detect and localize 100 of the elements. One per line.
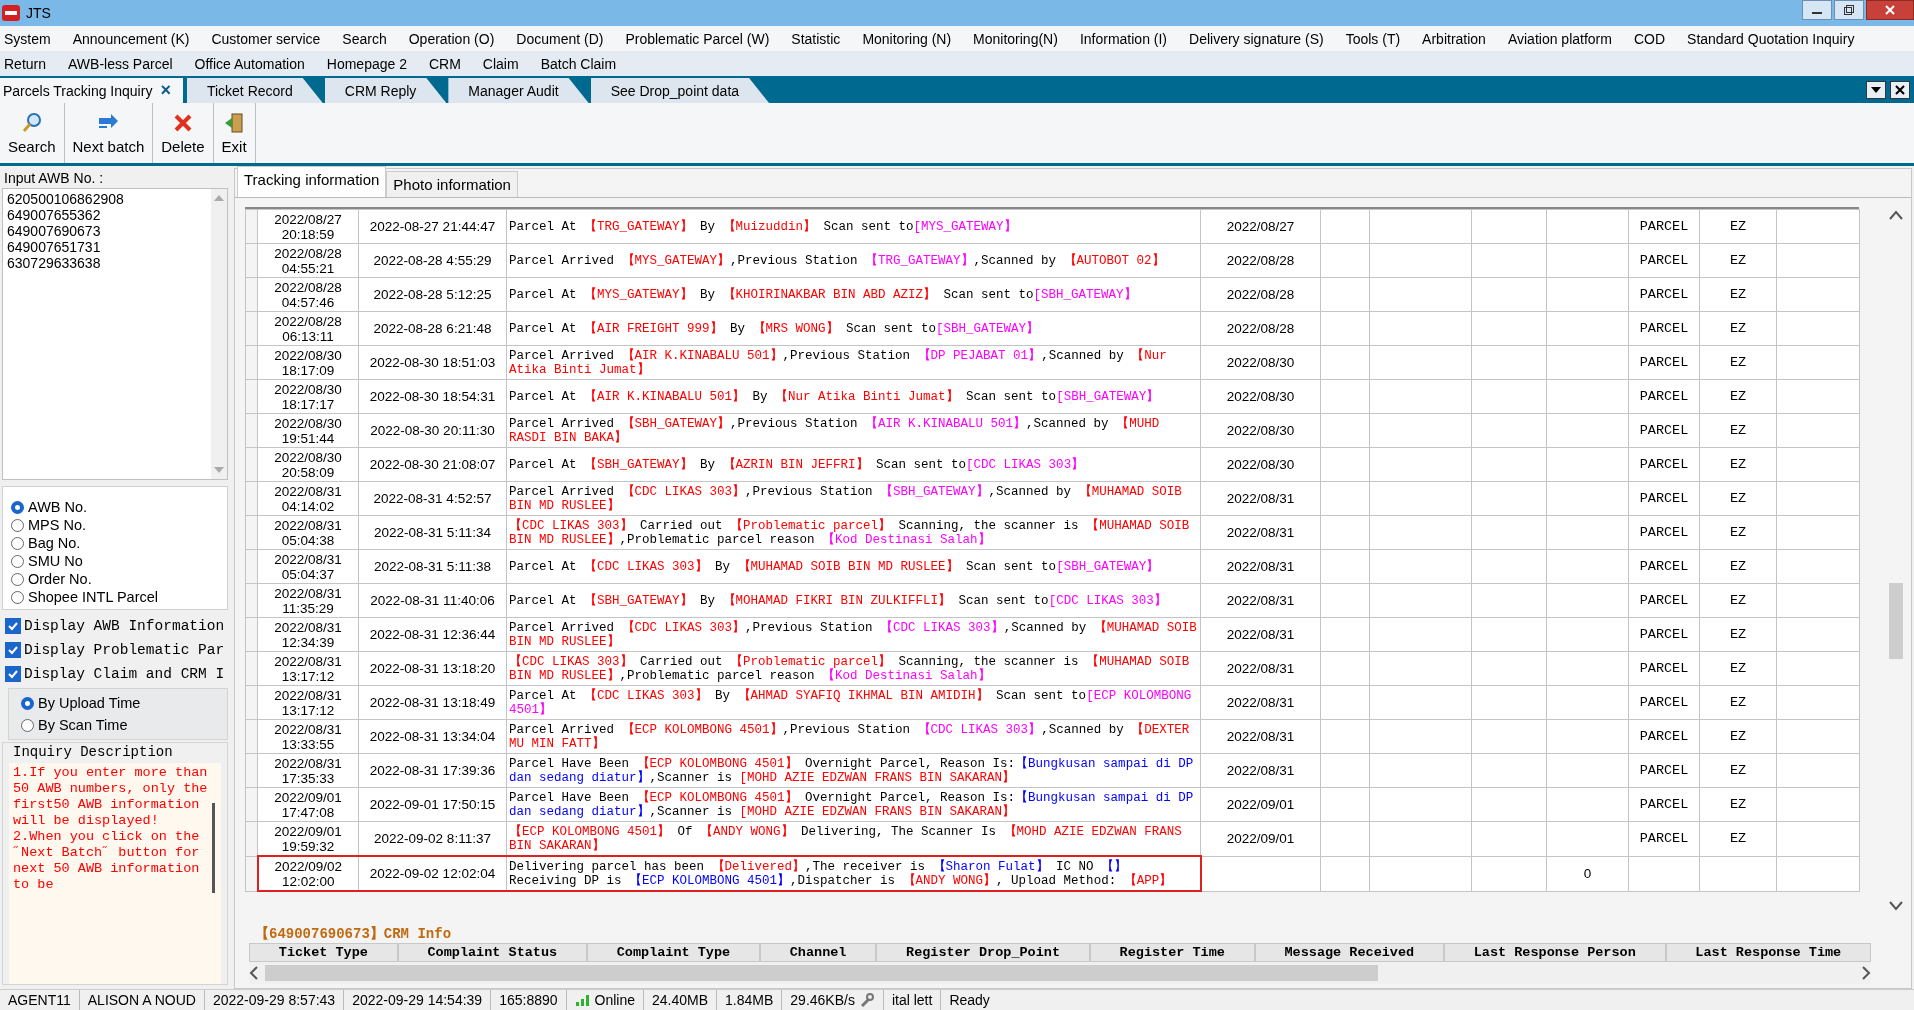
menu-item[interactable]: Claim [482, 55, 519, 72]
menu-item[interactable]: Search [342, 30, 387, 47]
awb-input-field[interactable]: 620500106862908 649007655362 649007690673 649007651731 630729633638 [2, 188, 228, 480]
description-cell: Parcel At 【MYS_GATEWAY】 By 【KHOIRINAKBAR BIN ABD AZIZ】 Scan sent to[SBH_GATEWAY】 [506, 277, 1201, 312]
close-all-button[interactable] [1890, 80, 1910, 99]
column-header[interactable]: Last Response Person [1443, 943, 1666, 962]
document-tab[interactable]: Manager Audit [448, 78, 589, 103]
search-type-radio[interactable]: Order No. [11, 571, 219, 587]
dropdown-button[interactable] [1866, 80, 1886, 99]
document-tab[interactable]: Ticket Record [186, 78, 323, 103]
scrollbar[interactable] [211, 189, 227, 479]
menu-item[interactable]: Batch Claim [540, 55, 617, 72]
next-batch-button[interactable]: Next batch [64, 103, 154, 163]
upload-time-cell: 2022-08-28 4:55:29 [358, 243, 507, 278]
description-cell: Parcel At 【TRG_GATEWAY】 By 【Muizuddin】 Scan sent to[MYS_GATEWAY】 [506, 209, 1201, 244]
column-header[interactable]: Last Response Time [1665, 943, 1871, 962]
column-header[interactable]: Register Time [1089, 943, 1255, 962]
menu-item[interactable]: Return [4, 55, 47, 72]
signal-icon [574, 994, 591, 1006]
menu-item[interactable]: Document (D) [516, 30, 604, 47]
date-cell: 2022/08/31 [1226, 729, 1295, 744]
date-cell: 2022/08/30 [1226, 355, 1295, 370]
column-header[interactable]: Message Received [1254, 943, 1444, 962]
menu-item[interactable]: Aviation platform [1507, 30, 1612, 47]
menu-item[interactable]: Monitoring(N) [973, 30, 1058, 47]
sort-radio[interactable]: By Upload Time [21, 695, 215, 711]
display-option-checkbox[interactable]: Display Claim and CRM I [5, 666, 228, 682]
column-header[interactable]: Complaint Status [397, 943, 587, 962]
column-header[interactable]: Register Drop_Point [876, 943, 1090, 962]
document-tab[interactable]: CRM Reply [324, 78, 447, 103]
code-cell: EZ [1729, 525, 1747, 540]
search-button[interactable]: Search [0, 103, 65, 163]
menu-item[interactable]: Standard Quotation Inquiry [1687, 30, 1855, 47]
status-text: Ready [949, 992, 990, 1008]
column-header[interactable]: Ticket Type [249, 943, 398, 962]
menu-item[interactable]: CRM [428, 55, 461, 72]
menu-item[interactable]: Problematic Parcel (W) [625, 30, 770, 47]
info-tab[interactable]: Tracking information [237, 166, 387, 197]
upload-time-cell: 2022-08-31 5:11:38 [358, 549, 507, 584]
close-tab-icon[interactable]: × [160, 80, 171, 101]
upload-time-cell: 2022-08-30 21:08:07 [358, 447, 507, 482]
minimize-button[interactable] [1802, 0, 1832, 20]
description-cell: Parcel At 【AIR FREIGHT 999】 By 【MRS WONG】 Scan sent to[SBH_GATEWAY】 [506, 311, 1201, 346]
date-cell: 2022/08/31 [1226, 695, 1295, 710]
upload-time-cell: 2022-08-30 20:11:30 [358, 413, 507, 448]
search-type-radio[interactable]: Bag No. [11, 535, 219, 551]
upload-time-cell: 2022-09-02 12:02:04 [358, 856, 507, 891]
menu-item[interactable]: Tools (T) [1345, 30, 1401, 47]
type-cell: PARCEL [1639, 593, 1689, 608]
exit-button[interactable]: Exit [213, 103, 256, 163]
document-tab[interactable]: Parcels Tracking Inquiry × [0, 78, 183, 103]
menu-item[interactable]: Delivery signature (S) [1189, 30, 1324, 47]
code-cell: EZ [1729, 627, 1747, 642]
display-option-checkbox[interactable]: Display Problematic Par [5, 642, 228, 658]
delete-button[interactable]: Delete [153, 103, 214, 163]
menu-item[interactable]: Homepage 2 [326, 55, 407, 72]
menu-item[interactable]: Office Automation [194, 55, 305, 72]
description-cell: Parcel Have Been 【ECP KOLOMBONG 4501】 Overnight Parcel, Reason Is:【Bungkusan sampai di DP dan sedang diatur】,Scanner is [MOHD AZIE EDZWAN FRANS BIN SAKARAN】 [506, 753, 1201, 788]
menu-item[interactable]: Operation (O) [408, 30, 495, 47]
column-header[interactable]: Complaint Type [586, 943, 760, 962]
description-cell: Parcel Arrived 【ECP KOLOMBONG 4501】,Previous Station 【CDC LIKAS 303】,Scanned by 【DEXTER MU MIN FATT】 [506, 719, 1201, 754]
type-cell: PARCEL [1639, 219, 1689, 234]
scrollbar[interactable] [212, 803, 215, 893]
code-cell: EZ [1729, 661, 1747, 676]
menu-item[interactable]: Announcement (K) [72, 30, 190, 47]
search-type-radio[interactable]: MPS No. [11, 517, 219, 533]
menu-item[interactable]: Information (I) [1079, 30, 1168, 47]
scroll-left-icon [249, 966, 259, 980]
search-type-radio[interactable]: Shopee INTL Parcel [11, 589, 219, 605]
description-cell: Parcel Arrived 【CDC LIKAS 303】,Previous Station 【CDC LIKAS 303】,Scanned by 【MUHAMAD SOIB BIN MD RUSLEE】 [506, 617, 1201, 652]
scrollbar-thumb[interactable] [1889, 582, 1903, 659]
description-cell: Delivering parcel has been 【Delivered】,The receiver is 【Sharon Fulat】 IC NO 【】 Receiving DP is 【ECP KOLOMBONG 4501】,Dispatcher is 【ANDY WONG】, Upload Method: 【APP】 [506, 856, 1201, 891]
close-icon [1884, 5, 1896, 15]
display-option-checkbox[interactable]: Display AWB Information [5, 618, 228, 634]
awb-number: 649007651731 [7, 239, 102, 255]
search-type-radio[interactable]: SMU No [11, 553, 219, 569]
info-tab[interactable]: Photo information [386, 171, 518, 197]
type-cell: PARCEL [1639, 423, 1689, 438]
type-cell: PARCEL [1639, 661, 1689, 676]
menu-item[interactable]: Monitoring (N) [862, 30, 952, 47]
sort-radio[interactable]: By Scan Time [21, 717, 215, 733]
menu-item[interactable]: COD [1633, 30, 1666, 47]
menu-item[interactable]: System [4, 30, 51, 47]
scroll-up-icon [1889, 210, 1903, 220]
menu-item[interactable]: Arbitration [1422, 30, 1486, 47]
check-icon [7, 644, 19, 656]
close-button[interactable] [1866, 0, 1914, 20]
restore-icon [1843, 5, 1855, 15]
menu-item[interactable]: Customer service [211, 30, 321, 47]
restore-button[interactable] [1834, 0, 1864, 20]
column-header[interactable]: Channel [759, 943, 877, 962]
document-tab[interactable]: See Drop_point data [590, 78, 770, 103]
inquiry-note: 1.If you enter more than 50 AWB numbers, only the first50 AWB information will be displayed! [13, 765, 208, 829]
scan-time-cell: 2022/09/01 17:47:08 [257, 787, 359, 822]
menu-item[interactable]: Statistic [791, 30, 841, 47]
menu-item[interactable]: AWB-less Parcel [68, 55, 173, 72]
search-type-radio[interactable]: AWB No. [11, 499, 219, 515]
upload-time-cell: 2022-09-01 17:50:15 [358, 787, 507, 822]
horizontal-scrollbar[interactable] [249, 962, 1871, 984]
date-cell: 2022/09/01 [1226, 797, 1295, 812]
